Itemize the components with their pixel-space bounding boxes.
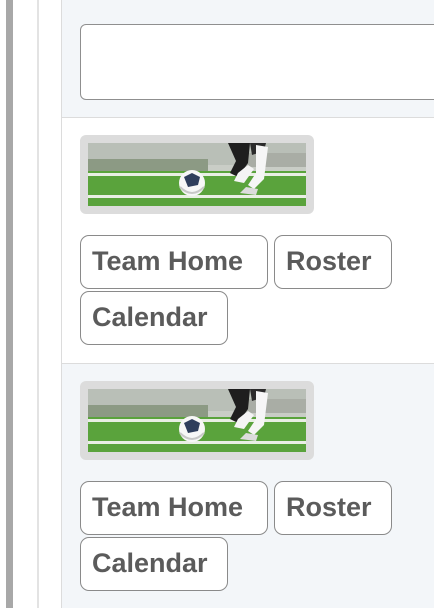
calendar-link[interactable]: Calendar bbox=[80, 291, 228, 345]
team-home-link[interactable]: Team Home bbox=[80, 481, 268, 535]
team-card: Team Home Roster Calendar bbox=[62, 118, 434, 364]
team-image[interactable] bbox=[80, 135, 314, 214]
search-section bbox=[62, 0, 434, 118]
search-input[interactable] bbox=[80, 24, 434, 100]
calendar-link[interactable]: Calendar bbox=[80, 537, 228, 591]
soccer-player-photo-icon bbox=[88, 143, 306, 206]
roster-link[interactable]: Roster bbox=[274, 481, 392, 535]
team-list-panel: Team Home Roster Calendar Team Home Rost… bbox=[61, 0, 434, 608]
roster-link[interactable]: Roster bbox=[274, 235, 392, 289]
team-card: Team Home Roster Calendar bbox=[62, 364, 434, 608]
left-rail-bar bbox=[6, 0, 13, 608]
soccer-player-photo-icon bbox=[88, 389, 306, 452]
left-rail-divider bbox=[37, 0, 39, 608]
team-home-link[interactable]: Team Home bbox=[80, 235, 268, 289]
page: Team Home Roster Calendar Team Home Rost… bbox=[0, 0, 434, 608]
team-image[interactable] bbox=[80, 381, 314, 460]
